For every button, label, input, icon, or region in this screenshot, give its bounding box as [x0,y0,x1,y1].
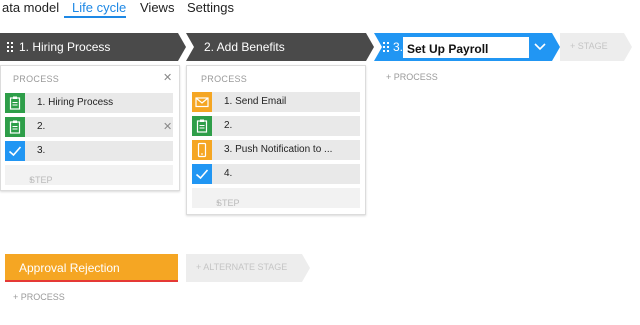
add-process-link[interactable]: + PROCESS [13,292,65,302]
stage-name-value: Set Up Payroll [407,42,489,56]
stage-set-up-payroll[interactable]: 3. Set Up Payroll [374,33,560,61]
step-label: 4. [224,168,233,179]
stage-hiring-process[interactable]: 1. Hiring Process [0,33,186,61]
stage-add-benefits[interactable]: 2. Add Benefits [186,33,374,61]
chevron-down-icon[interactable] [534,42,546,52]
add-step-label: STEP [29,175,53,185]
step-label: 2. [37,121,46,132]
step-label: 1. Hiring Process [37,97,114,108]
step-row[interactable]: 3. [5,141,173,161]
tab-settings[interactable]: Settings [187,0,234,15]
drag-handle-icon[interactable] [383,42,391,52]
top-tab-bar: ata model Life cycle Views Settings [0,0,640,18]
process-card-1: PROCESS ✕ 1. Hiring Process 2. ✕ 3. + ST… [0,65,180,191]
mobile-phone-icon [192,140,212,160]
step-label: 1. Send Email [224,96,287,107]
step-label: 3. Push Notification to ... [224,144,333,155]
tab-views[interactable]: Views [140,0,174,15]
stage-label: 2. Add Benefits [204,40,285,54]
plus-icon: + [13,292,21,302]
add-process-label: PROCESS [393,72,438,82]
add-process-label: PROCESS [20,292,65,302]
plus-icon: + [386,72,394,82]
add-alternate-stage-button[interactable]: + ALTERNATE STAGE [186,254,310,282]
clipboard-icon [5,117,25,137]
stage-label: 1. Hiring Process [19,40,111,54]
close-icon[interactable]: ✕ [163,71,172,84]
drag-handle-icon[interactable] [7,42,15,52]
plus-icon: + [570,41,578,51]
alternate-stage-underline [5,280,178,282]
alternate-stage-approval-rejection[interactable]: Approval Rejection [5,254,178,282]
step-label: 3. [37,145,46,156]
checkmark-icon [5,141,25,161]
checkmark-icon [192,164,212,184]
process-header: PROCESS [201,74,248,84]
add-alternate-stage-text: + ALTERNATE STAGE [196,262,287,272]
add-step-label: STEP [216,198,240,208]
active-tab-indicator [64,16,126,18]
add-process-link[interactable]: + PROCESS [386,72,438,82]
clipboard-icon [192,116,212,136]
step-row[interactable]: 4. [192,164,360,184]
close-icon[interactable]: ✕ [163,120,172,133]
tab-life-cycle[interactable]: Life cycle [72,0,126,15]
add-stage-text: + STAGE [570,41,608,51]
alternate-stage-label: Approval Rejection [19,261,120,275]
stage-name-select[interactable]: Set Up Payroll [403,37,529,58]
step-row[interactable]: 1. Send Email [192,92,360,112]
add-stage-label: STAGE [577,41,608,51]
add-stage-button[interactable]: + STAGE [560,33,632,61]
clipboard-icon [5,93,25,113]
process-header: PROCESS [13,74,60,84]
add-step-button[interactable]: + STEP [192,188,360,208]
tab-data-model[interactable]: ata model [2,0,59,15]
step-row[interactable]: 2. [192,116,360,136]
add-alternate-stage-label: ALTERNATE STAGE [203,262,288,272]
stage-number: 3. [393,40,404,54]
step-label: 2. [224,120,233,131]
envelope-icon [192,92,212,112]
add-step-button[interactable]: + STEP [5,165,173,185]
process-card-2: PROCESS 1. Send Email 2. 3. Push Notific… [186,65,366,215]
step-row[interactable]: 1. Hiring Process [5,93,173,113]
step-row[interactable]: 2. ✕ [5,117,173,137]
step-row[interactable]: 3. Push Notification to ... [192,140,360,160]
